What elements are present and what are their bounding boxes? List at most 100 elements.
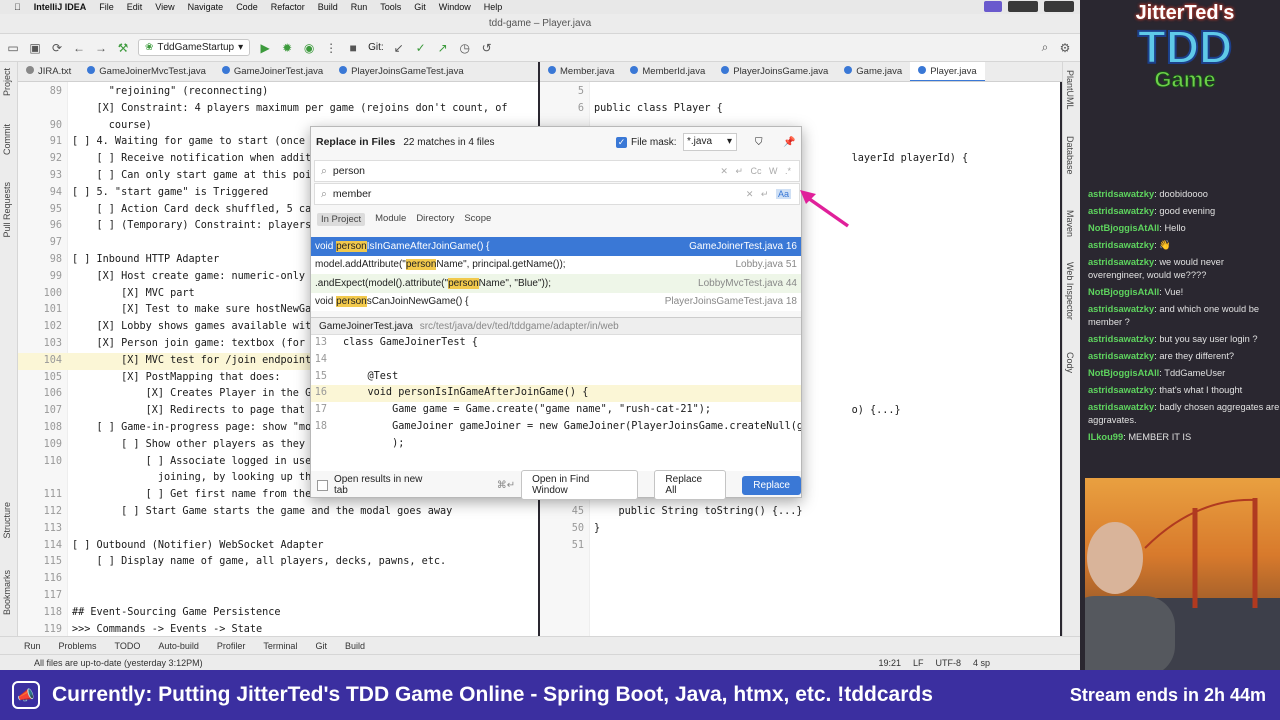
result-row[interactable]: void personsCanJoinNewGame() {PlayerJoin…	[311, 292, 801, 311]
menu-refactor[interactable]: Refactor	[271, 2, 305, 12]
replace-button[interactable]: Replace	[742, 475, 801, 495]
menu-build[interactable]: Build	[318, 2, 338, 12]
menu-help[interactable]: Help	[484, 2, 503, 12]
chat-username[interactable]: astridsawatzky	[1088, 304, 1154, 314]
apple-icon[interactable]: 	[14, 2, 21, 12]
search-icon[interactable]: ⌕	[1038, 40, 1052, 55]
tool-todo[interactable]: TODO	[115, 641, 141, 651]
file-mask-select[interactable]: *.java ▾	[683, 133, 737, 151]
scope-scope[interactable]: Scope	[464, 213, 491, 226]
indent-setting[interactable]: 4 sp	[973, 658, 990, 668]
tool-bookmarks[interactable]: Bookmarks	[2, 570, 12, 615]
tool-project[interactable]: Project	[2, 68, 12, 96]
chat-username[interactable]: NotBjoggisAtAll	[1088, 368, 1159, 378]
more-run-icon[interactable]: ⋮	[324, 41, 338, 55]
replace-all-button[interactable]: Replace All	[654, 470, 727, 500]
chat-username[interactable]: astridsawatzky	[1088, 385, 1154, 395]
tool-git[interactable]: Git	[315, 641, 327, 651]
open-results-checkbox[interactable]	[317, 479, 328, 491]
status-graph-icon[interactable]	[1008, 1, 1038, 12]
tool-profiler[interactable]: Profiler	[217, 641, 246, 651]
status-purple-icon[interactable]	[984, 1, 1002, 12]
tab-playerjoinsgame[interactable]: PlayerJoinsGame.java	[713, 62, 836, 81]
menu-git[interactable]: Git	[414, 2, 426, 12]
tool-terminal[interactable]: Terminal	[263, 641, 297, 651]
tool-maven[interactable]: Maven	[1065, 210, 1075, 237]
search-options-icons[interactable]: ✕ ↵ Cc W .*	[720, 166, 791, 177]
debug-icon[interactable]: ✹	[280, 41, 294, 55]
sync-icon[interactable]: ⟳	[50, 41, 64, 55]
coverage-icon[interactable]: ◉	[302, 41, 316, 55]
replace-options-icons[interactable]: ✕ ↵ Aa	[746, 188, 791, 200]
git-update-icon[interactable]: ↙	[392, 41, 406, 55]
git-history-icon[interactable]: ◷	[458, 41, 472, 55]
chat-username[interactable]: NotBjoggisAtAll	[1088, 223, 1159, 233]
menu-window[interactable]: Window	[439, 2, 471, 12]
chat-username[interactable]: astridsawatzky	[1088, 206, 1154, 216]
tool-structure[interactable]: Structure	[2, 502, 12, 539]
replace-field[interactable]: ⌕ member ✕ ↵ Aa	[314, 183, 800, 205]
chat-username[interactable]: astridsawatzky	[1088, 240, 1154, 250]
chat-username[interactable]: astridsawatzky	[1088, 257, 1154, 267]
git-commit-icon[interactable]: ✓	[414, 41, 428, 55]
forward-arrow-icon[interactable]: →	[94, 41, 108, 55]
git-rollback-icon[interactable]: ↺	[480, 41, 494, 55]
scope-directory[interactable]: Directory	[416, 213, 454, 226]
menu-edit[interactable]: Edit	[127, 2, 143, 12]
tool-commit[interactable]: Commit	[2, 124, 12, 155]
result-row[interactable]: .andExpect(model().attribute("personName…	[311, 274, 801, 293]
save-icon[interactable]: ▣	[28, 41, 42, 55]
tool-auto-build[interactable]: Auto-build	[158, 641, 199, 651]
tab-jira[interactable]: JIRA.txt	[18, 62, 79, 81]
menu-view[interactable]: View	[155, 2, 174, 12]
line-separator[interactable]: LF	[913, 658, 924, 668]
tool-web-inspector[interactable]: Web Inspector	[1065, 262, 1075, 320]
run-icon[interactable]: ▶	[258, 41, 272, 55]
tab-gamejoinertest[interactable]: GameJoinerTest.java	[214, 62, 331, 81]
result-row[interactable]: void personIsInGameAfterJoinGame() {Game…	[311, 237, 801, 256]
file-mask-checkbox[interactable]: ✓ File mask:	[616, 136, 677, 148]
chat-username[interactable]: NotBjoggisAtAll	[1088, 287, 1159, 297]
menu-navigate[interactable]: Navigate	[188, 2, 224, 12]
result-row[interactable]: model.addAttribute("personName", princip…	[311, 255, 801, 274]
open-in-find-window-button[interactable]: Open in Find Window	[521, 470, 639, 500]
folder-icon[interactable]: ▭	[6, 41, 20, 55]
pin-icon[interactable]: 📌	[783, 137, 795, 148]
tool-cody[interactable]: Cody	[1065, 352, 1075, 373]
tab-gamejoinermvctest[interactable]: GameJoinerMvcTest.java	[79, 62, 214, 81]
tool-pull-requests[interactable]: Pull Requests	[2, 182, 12, 238]
status-network-icon[interactable]	[1044, 1, 1074, 12]
search-field[interactable]: ⌕ person ✕ ↵ Cc W .*	[314, 160, 800, 182]
tab-member[interactable]: Member.java	[540, 62, 622, 81]
tab-player[interactable]: Player.java	[910, 62, 985, 81]
menu-run[interactable]: Run	[351, 2, 368, 12]
menu-app-name[interactable]: IntelliJ IDEA	[34, 2, 87, 12]
chat-username[interactable]: astridsawatzky	[1088, 402, 1154, 412]
scope-module[interactable]: Module	[375, 213, 406, 226]
back-arrow-icon[interactable]: ←	[72, 41, 86, 55]
chat-username[interactable]: astridsawatzky	[1088, 351, 1154, 361]
tab-playerjoinsgametest[interactable]: PlayerJoinsGameTest.java	[331, 62, 471, 81]
chat-username[interactable]: astridsawatzky	[1088, 189, 1154, 199]
tool-database[interactable]: Database	[1065, 136, 1075, 175]
tool-build[interactable]: Build	[345, 641, 365, 651]
tool-problems[interactable]: Problems	[59, 641, 97, 651]
menu-code[interactable]: Code	[236, 2, 258, 12]
menu-tools[interactable]: Tools	[380, 2, 401, 12]
tool-run[interactable]: Run	[24, 641, 41, 651]
run-config-select[interactable]: ❀ TddGameStartup ▾	[138, 39, 251, 56]
scope-in-project[interactable]: In Project	[317, 213, 366, 226]
chat-username[interactable]: ILkou99	[1088, 432, 1123, 442]
tab-game[interactable]: Game.java	[836, 62, 910, 81]
tab-memberid[interactable]: MemberId.java	[622, 62, 713, 81]
file-encoding[interactable]: UTF-8	[935, 658, 961, 668]
settings-gear-icon[interactable]: ⚙	[1058, 41, 1072, 55]
filter-icon[interactable]: ⛉	[755, 137, 763, 148]
stop-icon[interactable]: ■	[346, 41, 360, 55]
menu-file[interactable]: File	[99, 2, 114, 12]
build-hammer-icon[interactable]: ⚒	[116, 41, 130, 55]
chat-username[interactable]: astridsawatzky	[1088, 334, 1154, 344]
git-push-icon[interactable]: ↗	[436, 41, 450, 55]
cursor-position[interactable]: 19:21	[878, 658, 901, 668]
tool-plantuml[interactable]: PlantUML	[1065, 70, 1075, 110]
